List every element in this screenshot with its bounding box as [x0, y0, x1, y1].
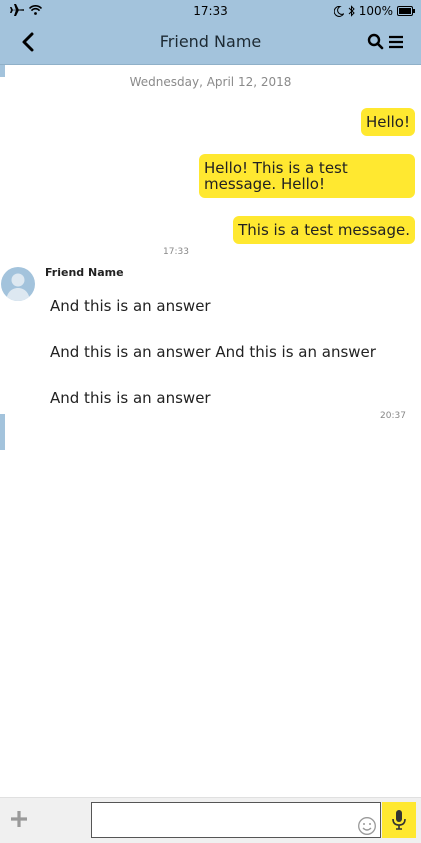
composer-bar [0, 797, 421, 843]
chat-title: Friend Name [159, 32, 262, 51]
battery-icon [397, 6, 415, 16]
plus-icon [11, 811, 27, 827]
search-icon [367, 33, 384, 50]
incoming-message[interactable]: And this is an answer And this is an ans… [50, 343, 376, 361]
header-actions [367, 33, 405, 51]
chat-header: Friend Name [0, 22, 421, 65]
outgoing-message[interactable]: Hello! This is a test message. Hello! [199, 154, 415, 198]
moon-icon [333, 5, 344, 17]
avatar[interactable] [1, 267, 35, 301]
emoji-button[interactable] [357, 816, 377, 836]
bluetooth-icon [348, 5, 355, 17]
status-bar: 17:33 100% [0, 0, 421, 22]
incoming-timestamp: 20:37 [380, 411, 406, 421]
microphone-button[interactable] [382, 802, 416, 838]
user-icon [6, 273, 30, 301]
outgoing-message[interactable]: This is a test message. [233, 216, 415, 244]
search-button[interactable] [367, 33, 385, 51]
accent-strip-bottom [0, 414, 5, 450]
sender-name: Friend Name [45, 266, 124, 279]
menu-button[interactable] [387, 33, 405, 51]
microphone-icon [392, 810, 406, 830]
date-divider: Wednesday, April 12, 2018 [129, 75, 292, 89]
incoming-message[interactable]: And this is an answer [50, 297, 211, 315]
add-attachment-button[interactable] [8, 808, 30, 830]
menu-icon [389, 35, 403, 49]
message-input[interactable] [91, 802, 381, 838]
outgoing-message[interactable]: Hello! [360, 108, 415, 136]
status-right: 100% [333, 4, 415, 18]
emoji-icon [358, 817, 376, 835]
outgoing-timestamp: 17:33 [163, 247, 189, 257]
incoming-message[interactable]: And this is an answer [50, 389, 211, 407]
battery-percent: 100% [358, 4, 393, 18]
